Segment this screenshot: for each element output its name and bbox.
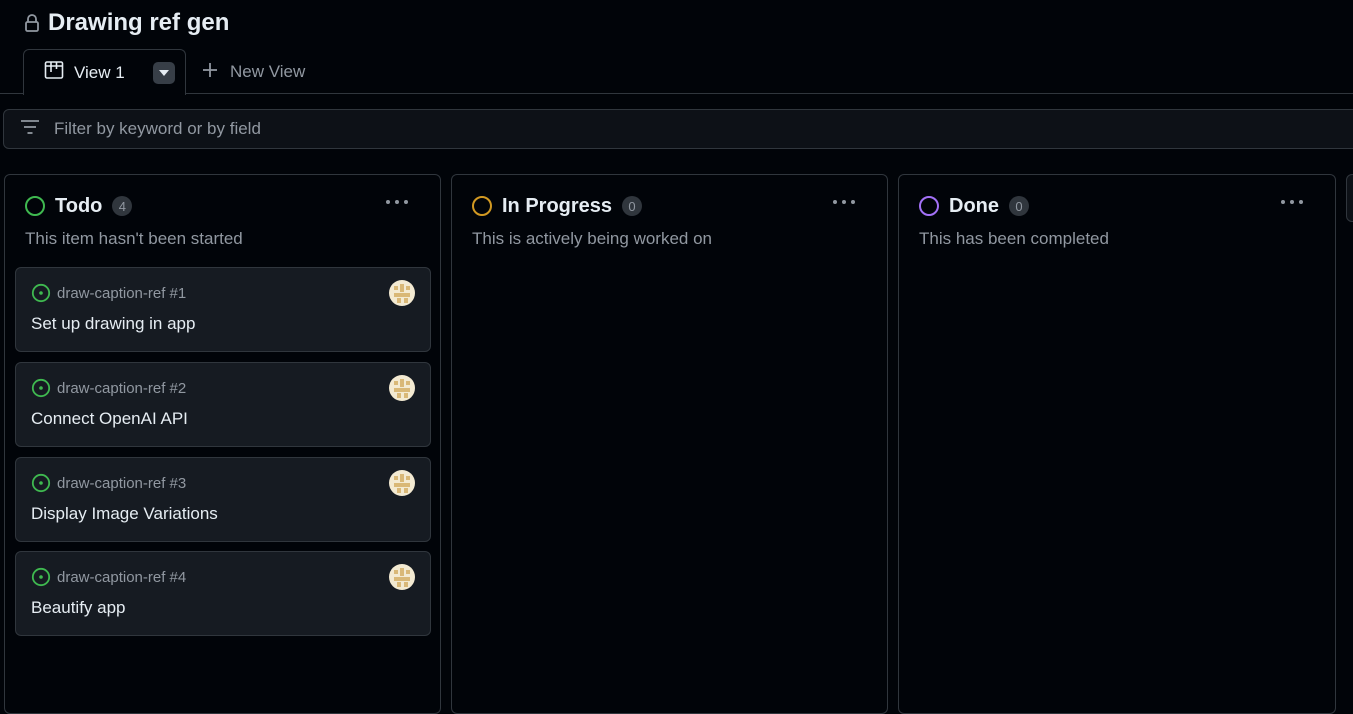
issue-card[interactable]: draw-caption-ref #4 Beautify app xyxy=(15,551,431,636)
issue-card[interactable]: draw-caption-ref #3 Display Image Variat… xyxy=(15,457,431,542)
card-ref-text[interactable]: draw-caption-ref #1 xyxy=(57,285,186,302)
column-menu-button[interactable] xyxy=(384,193,410,211)
column-todo: Todo 4 This item hasn't been started dra… xyxy=(4,174,441,714)
card-ref-text[interactable]: draw-caption-ref #2 xyxy=(57,380,186,397)
card-title[interactable]: Connect OpenAI API xyxy=(31,409,188,429)
card-ref-text[interactable]: draw-caption-ref #3 xyxy=(57,475,186,492)
kebab-horizontal-icon xyxy=(1281,200,1303,204)
column-header: In Progress 0 xyxy=(472,193,643,219)
filter-input[interactable] xyxy=(52,118,652,140)
project-header: Drawing ref gen View 1 New View xyxy=(0,0,1353,95)
avatar[interactable] xyxy=(389,470,415,496)
new-view-label: New View xyxy=(230,62,306,81)
column-menu-button[interactable] xyxy=(1279,193,1305,211)
avatar[interactable] xyxy=(389,280,415,306)
filter-bar[interactable] xyxy=(3,109,1353,149)
issue-opened-icon xyxy=(31,567,51,587)
status-done-icon xyxy=(919,196,939,216)
column-done: Done 0 This has been completed xyxy=(898,174,1336,714)
card-ref: draw-caption-ref #4 xyxy=(31,567,186,587)
kebab-horizontal-icon xyxy=(833,200,855,204)
column-description: This has been completed xyxy=(919,229,1109,248)
page-title: Drawing ref gen xyxy=(48,9,230,36)
view-options-button[interactable] xyxy=(152,61,175,84)
filter-icon xyxy=(20,119,40,140)
column-count: 0 xyxy=(1009,196,1029,216)
column-title: In Progress xyxy=(502,194,613,217)
column-description: This item hasn't been started xyxy=(25,229,243,248)
column-header: Todo 4 xyxy=(25,193,133,219)
avatar[interactable] xyxy=(389,375,415,401)
column-description: This is actively being worked on xyxy=(472,229,713,248)
column-menu-button[interactable] xyxy=(831,193,857,211)
issue-card[interactable]: draw-caption-ref #1 Set up drawing in ap… xyxy=(15,267,431,352)
new-view-button[interactable]: New View xyxy=(202,58,305,86)
issue-opened-icon xyxy=(31,473,51,493)
add-column-button[interactable] xyxy=(1346,174,1353,222)
column-count: 0 xyxy=(622,196,643,216)
column-title: Todo xyxy=(55,194,103,217)
column-in-progress: In Progress 0 This is actively being wor… xyxy=(451,174,888,714)
column-count: 4 xyxy=(112,196,133,216)
avatar[interactable] xyxy=(389,564,415,590)
status-in-progress-icon xyxy=(472,196,492,216)
issue-opened-icon xyxy=(31,378,51,398)
issue-opened-icon xyxy=(31,283,51,303)
card-title[interactable]: Beautify app xyxy=(31,598,126,618)
card-title[interactable]: Display Image Variations xyxy=(31,504,218,524)
column-title: Done xyxy=(949,194,999,217)
title-row: Drawing ref gen xyxy=(24,6,229,40)
issue-card[interactable]: draw-caption-ref #2 Connect OpenAI API xyxy=(15,362,431,447)
view-tabs: View 1 New View xyxy=(0,48,1353,95)
card-title[interactable]: Set up drawing in app xyxy=(31,314,195,334)
board-view-icon xyxy=(44,60,64,85)
card-ref: draw-caption-ref #1 xyxy=(31,283,186,303)
tab-view-1[interactable]: View 1 xyxy=(23,49,186,95)
card-ref-text[interactable]: draw-caption-ref #4 xyxy=(57,569,186,586)
card-ref: draw-caption-ref #2 xyxy=(31,378,186,398)
tab-label: View 1 xyxy=(74,62,125,82)
lock-icon xyxy=(24,13,40,33)
status-todo-icon xyxy=(25,196,45,216)
column-header: Done 0 xyxy=(919,193,1029,219)
plus-icon xyxy=(202,62,218,83)
card-ref: draw-caption-ref #3 xyxy=(31,473,186,493)
triangle-down-icon xyxy=(158,69,169,76)
kebab-horizontal-icon xyxy=(386,200,408,204)
